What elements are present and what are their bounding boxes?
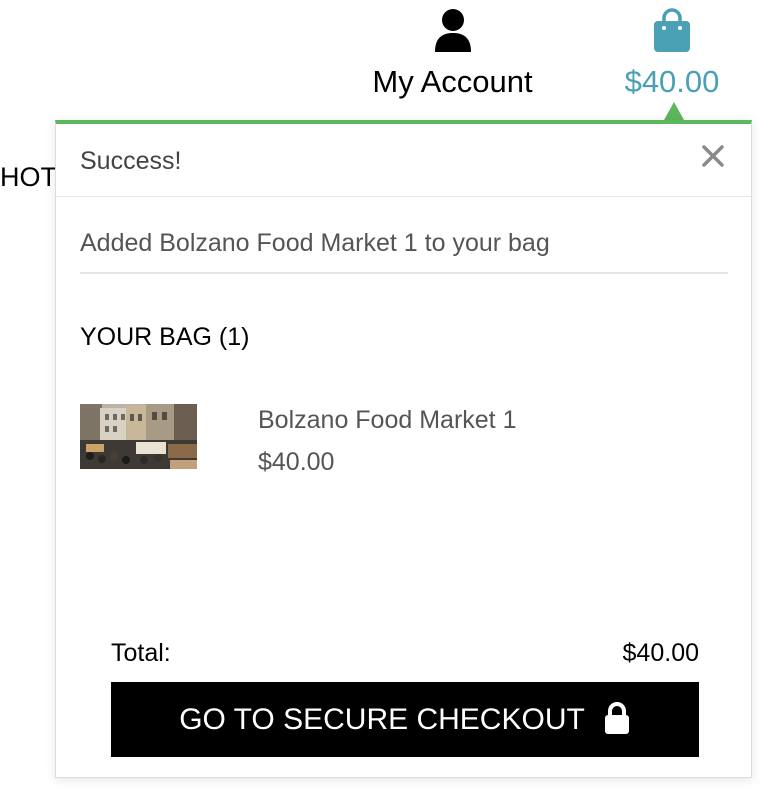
success-toast: Success! Added Bolzano Food Market 1 to … (55, 120, 752, 778)
bag-total-row: Total: $40.00 (111, 636, 699, 670)
toast-title: Success! (80, 147, 182, 175)
product-price: $40.00 (258, 448, 335, 476)
checkout-button-label: GO TO SECURE CHECKOUT (179, 702, 585, 736)
toast-header: Success! (56, 124, 751, 197)
total-label: Total: (111, 639, 171, 667)
background-heading-fragment: HOT (0, 162, 57, 192)
user-icon (434, 9, 471, 52)
total-value: $40.00 (622, 639, 699, 667)
product-image (80, 404, 197, 469)
bag-total: $40.00 (624, 64, 720, 99)
bag-heading: YOUR BAG (1) (80, 323, 250, 351)
close-icon[interactable] (699, 142, 727, 170)
bag-item: Bolzano Food Market 1 $40.00 (80, 404, 720, 484)
my-account-link[interactable]: My Account (365, 8, 540, 102)
product-name: Bolzano Food Market 1 (258, 406, 517, 434)
shopping-bag-link[interactable]: $40.00 (608, 8, 736, 102)
toast-message: Added Bolzano Food Market 1 to your bag (80, 226, 728, 274)
shopping-bag-icon (654, 8, 690, 52)
toast-pointer (664, 102, 684, 120)
secure-checkout-button[interactable]: GO TO SECURE CHECKOUT (111, 682, 699, 757)
lock-icon (604, 701, 629, 734)
my-account-label: My Account (372, 64, 533, 99)
